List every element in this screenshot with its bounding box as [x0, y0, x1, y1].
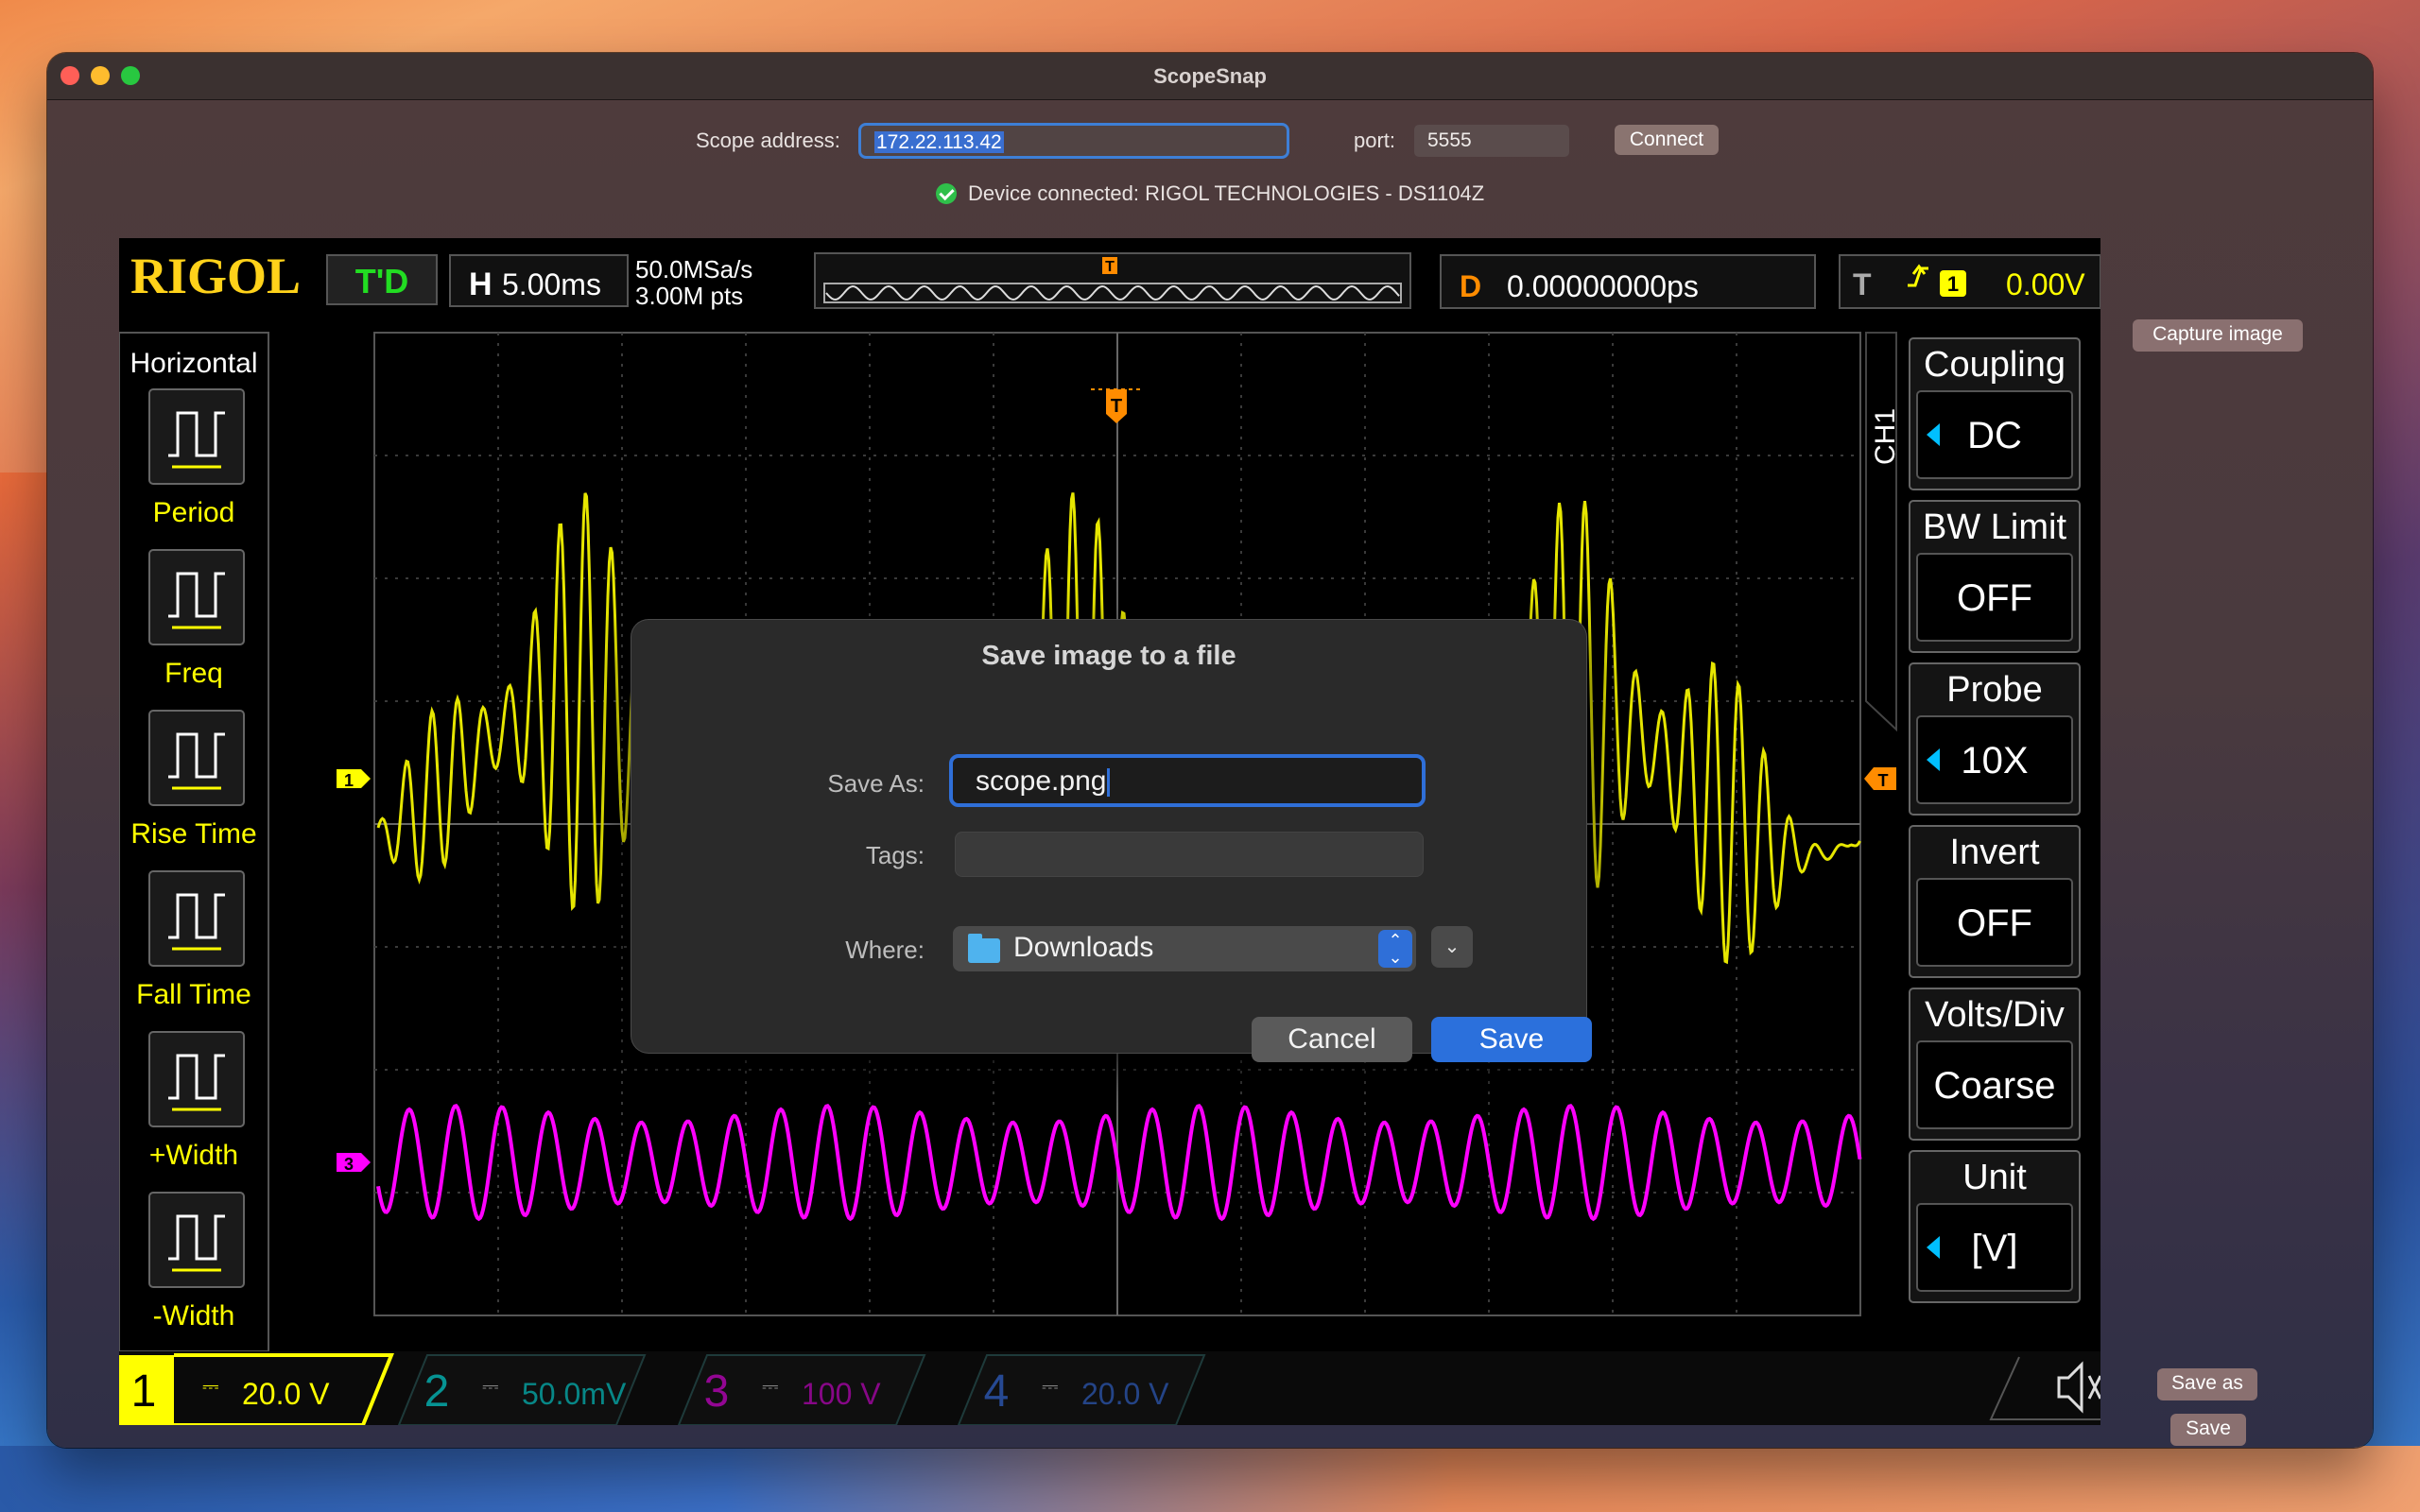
sample-rate: 50.0MSa/s — [635, 255, 752, 284]
right-menu-label: Unit — [1962, 1158, 2027, 1197]
channel-scale: 20.0 V — [1081, 1377, 1169, 1411]
ch1-marker-label: 1 — [344, 771, 354, 790]
right-menu-value: Coarse — [1934, 1065, 2056, 1107]
left-menu-label: -Width — [153, 1300, 235, 1332]
port-input[interactable]: 5555 — [1414, 125, 1569, 157]
right-menu-item-bw-limit[interactable]: BW Limit OFF — [1909, 500, 2081, 653]
left-menu-label: +Width — [149, 1140, 238, 1171]
channel-2-indicator[interactable]: 2 ⎓ 50.0mV — [397, 1354, 647, 1425]
right-menu-item-probe[interactable]: Probe 10X — [1909, 662, 2081, 816]
right-menu-value: [V] — [1972, 1228, 2018, 1269]
check-icon — [936, 183, 957, 204]
channel-number: 4 — [984, 1366, 1010, 1417]
left-menu-item-fall-time[interactable]: Fall Time — [136, 870, 251, 1010]
save-as-button[interactable]: Save as — [2157, 1368, 2257, 1400]
scope-address-input[interactable]: 172.22.113.42 — [858, 123, 1289, 159]
channel-4-indicator[interactable]: 4 ⎓ 20.0 V — [957, 1354, 1206, 1425]
right-menu-item-unit[interactable]: Unit [V] — [1909, 1150, 2081, 1303]
save-as-label: Save As: — [827, 769, 925, 798]
filename-value: scope.png — [976, 765, 1107, 797]
run-state: T'D — [355, 262, 409, 301]
rigol-logo: RIGOL — [130, 248, 301, 304]
titlebar: ScopeSnap — [47, 53, 2373, 100]
dc-coupling-icon: ⎓ — [202, 1376, 219, 1400]
save-button[interactable]: Save — [2170, 1414, 2246, 1446]
mini-trigger-marker: T — [1105, 259, 1115, 275]
channel-scale: 100 V — [802, 1377, 881, 1411]
cancel-button[interactable]: Cancel — [1252, 1017, 1412, 1062]
dialog-title: Save image to a file — [981, 641, 1236, 671]
left-menu-item-pos-width[interactable]: +Width — [148, 1031, 245, 1171]
right-menu-label: Volts/Div — [1925, 995, 2065, 1035]
scope-address-value: 172.22.113.42 — [874, 131, 1004, 153]
channel-number: 3 — [704, 1366, 730, 1417]
channel-scale: 50.0mV — [522, 1377, 627, 1411]
right-menu-value: OFF — [1957, 577, 2032, 619]
left-menu-item-period[interactable]: Period — [148, 388, 245, 528]
tags-input[interactable] — [955, 832, 1424, 877]
right-menu-label: Coupling — [1924, 345, 2066, 385]
where-label: Where: — [845, 936, 925, 964]
ch3-marker-label: 3 — [344, 1155, 354, 1174]
right-menu-item-coupling[interactable]: Coupling DC — [1909, 337, 2081, 490]
right-menu-label: BW Limit — [1923, 507, 2066, 547]
desktop-wallpaper-bottom — [0, 1446, 2420, 1512]
text-caret — [1107, 768, 1111, 798]
dialog-save-button[interactable]: Save — [1431, 1017, 1592, 1062]
right-menu-value: DC — [1967, 415, 2022, 456]
folder-icon — [968, 934, 1000, 963]
dc-coupling-icon: ⎓ — [762, 1376, 779, 1400]
connect-button[interactable]: Connect — [1615, 125, 1719, 155]
port-label: port: — [1354, 129, 1396, 152]
trigger-letter: T — [1853, 267, 1872, 301]
timebase-value: 5.00ms — [502, 267, 601, 301]
app-window: ScopeSnap Scope address: 172.22.113.42 p… — [47, 53, 2373, 1448]
dc-coupling-icon: ⎓ — [1042, 1376, 1059, 1400]
trigger-level-marker-label: T — [1878, 771, 1889, 790]
right-menu-value: 10X — [1961, 740, 2028, 782]
save-dialog: Save image to a file Save As: scope.png … — [631, 620, 1592, 1062]
left-menu-label: Freq — [164, 658, 223, 689]
where-select[interactable]: Downloads ⌃ ⌄ — [953, 926, 1416, 971]
trigger-level: 0.00V — [2006, 267, 2085, 301]
expand-dialog-button[interactable]: ⌄ — [1431, 926, 1473, 968]
left-menu-label: Period — [153, 497, 235, 528]
where-value: Downloads — [1013, 932, 1154, 963]
timebase-letter: H — [469, 266, 493, 302]
left-menu-item-rise-time[interactable]: Rise Time — [130, 710, 257, 850]
memory-depth: 3.00M pts — [635, 282, 743, 310]
channel-number: 2 — [424, 1366, 450, 1417]
channel-scale: 20.0 V — [242, 1377, 330, 1411]
left-menu-label: Rise Time — [130, 818, 256, 850]
right-menu-value: OFF — [1957, 902, 2032, 944]
left-menu-item-neg-width[interactable]: -Width — [148, 1192, 245, 1332]
filename-input[interactable]: scope.png — [949, 754, 1426, 807]
capture-image-button[interactable]: Capture image — [2133, 319, 2303, 352]
right-menu-label: Probe — [1946, 670, 2042, 710]
delay-letter: D — [1460, 269, 1481, 303]
channel-3-indicator[interactable]: 3 ⎓ 100 V — [677, 1354, 926, 1425]
trigger-position-label: T — [1111, 396, 1122, 417]
delay-value: 0.00000000ps — [1507, 269, 1699, 303]
channel-number: 1 — [131, 1366, 157, 1417]
right-menu-label: Invert — [1949, 833, 2039, 872]
left-menu-label: Fall Time — [136, 979, 251, 1010]
trigger-channel: 1 — [1947, 272, 1959, 296]
dc-coupling-icon: ⎓ — [482, 1376, 499, 1400]
connection-status-text: Device connected: RIGOL TECHNOLOGIES - D… — [968, 181, 1485, 205]
left-menu-title: Horizontal — [130, 348, 257, 379]
right-menu-item-invert[interactable]: Invert OFF — [1909, 825, 2081, 978]
connection-status: Device connected: RIGOL TECHNOLOGIES - D… — [936, 181, 1484, 206]
tags-label: Tags: — [865, 841, 925, 869]
window-title: ScopeSnap — [1153, 64, 1267, 88]
up-down-chevron-icon: ⌃ ⌄ — [1378, 930, 1412, 968]
chevron-down-icon: ⌄ — [1443, 936, 1461, 957]
scope-address-label: Scope address: — [696, 129, 840, 152]
right-menu-item-volts-div[interactable]: Volts/Div Coarse — [1909, 988, 2081, 1141]
